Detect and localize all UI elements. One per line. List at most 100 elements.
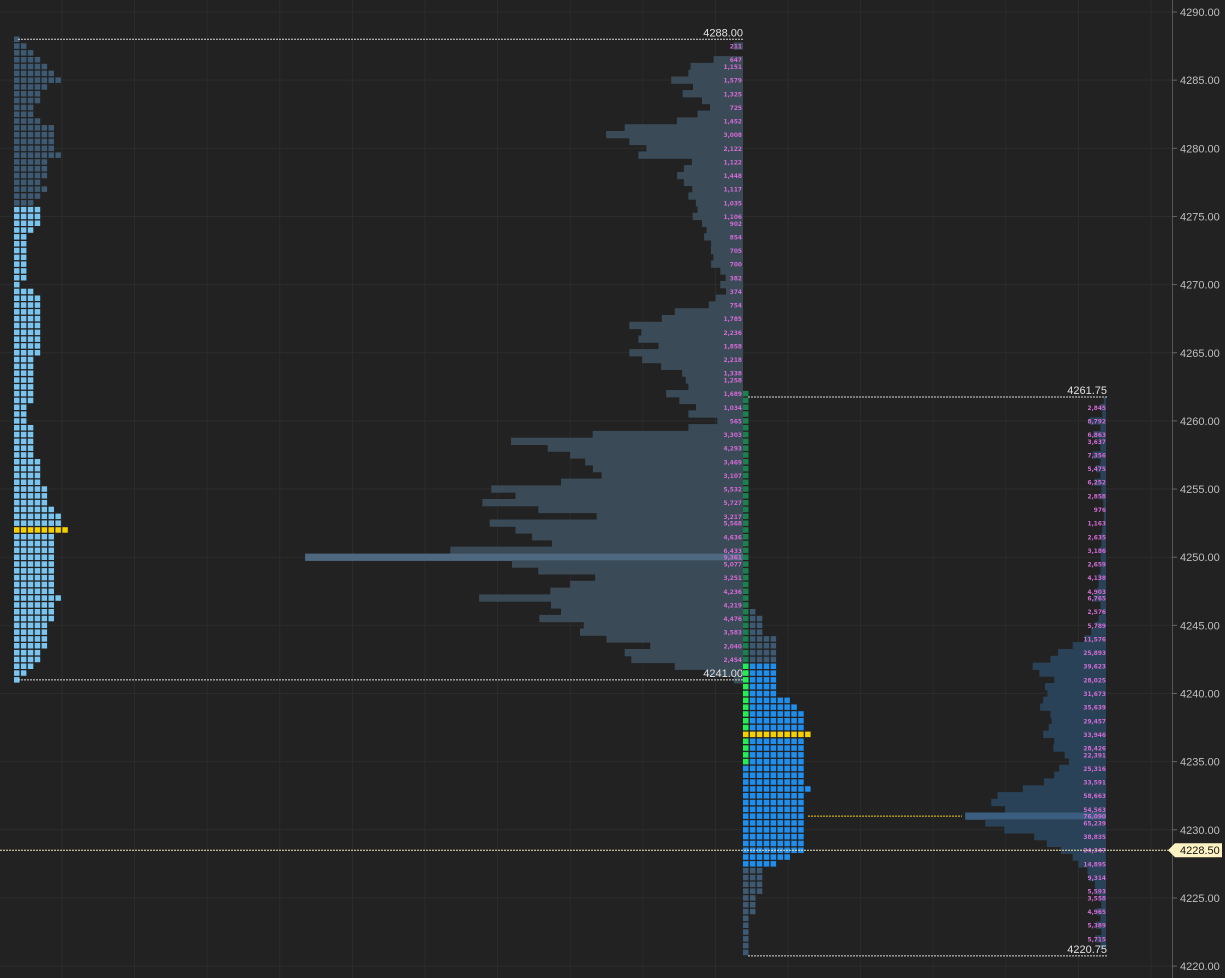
tpo-cell	[763, 636, 770, 642]
tpo-cell	[14, 520, 20, 526]
tpo-cell	[14, 84, 20, 90]
tpo-cell	[27, 295, 34, 301]
tpo-cell	[34, 534, 41, 540]
tpo-cell	[14, 104, 20, 111]
tpo-cell	[749, 649, 756, 656]
tpo-cell	[791, 820, 797, 826]
tpo-cell	[34, 329, 41, 336]
tpo-cell	[20, 445, 27, 451]
volume-label: 3,469	[724, 458, 743, 466]
tpo-cell	[743, 506, 749, 513]
tpo-cell	[743, 425, 749, 431]
volume-bar	[561, 608, 743, 616]
tpo-cell	[777, 840, 783, 847]
volume-label: 705	[730, 247, 742, 255]
tpo-cell	[27, 465, 34, 472]
tpo-cell	[756, 861, 763, 867]
tpo-cell	[763, 786, 770, 792]
tpo-cell	[20, 247, 27, 254]
tpo-cell	[763, 718, 770, 724]
volume-label: 1,325	[724, 90, 743, 98]
tpo-cell	[20, 329, 27, 336]
tpo-cell	[756, 683, 763, 690]
tpo-cell	[34, 602, 41, 608]
volume-label: 4,138	[1088, 574, 1107, 582]
tpo-cell	[743, 738, 749, 744]
tpo-cell	[798, 718, 804, 724]
tpo-cell	[27, 527, 34, 533]
tpo-cell	[34, 459, 41, 465]
tpo-cell	[770, 643, 777, 649]
tpo-cell	[743, 636, 749, 642]
tpo-cell	[20, 465, 27, 472]
tpo-cell	[20, 615, 27, 622]
market-profile-chart[interactable]: 4288.004241.004261.754220.75 2116471,151…	[0, 0, 1225, 978]
tpo-cell	[770, 827, 777, 833]
tpo-cell	[34, 568, 41, 574]
tpo-cell	[798, 765, 804, 772]
tpo-cell	[20, 111, 27, 117]
tpo-cell	[743, 534, 749, 540]
tpo-cell	[756, 670, 763, 676]
tpo-cell	[743, 949, 749, 956]
tpo-cell	[770, 745, 777, 751]
tpo-cell	[34, 486, 41, 492]
tpo-cell	[14, 356, 20, 363]
tpo-cell	[20, 513, 27, 520]
tpo-cell	[34, 206, 41, 213]
volume-label: 382	[730, 274, 742, 282]
tpo-cell	[14, 431, 20, 438]
volume-label: 3,583	[724, 629, 743, 637]
tpo-cell	[34, 315, 41, 322]
volume-label: 6,252	[1088, 479, 1107, 487]
tpo-cell	[763, 704, 770, 710]
tpo-cell	[20, 193, 27, 199]
tpo-cell	[743, 779, 749, 785]
tpo-cell	[34, 131, 41, 138]
price-axis[interactable]: 4290.00 4285.00 4280.00 4275.00 4270.00 4265.…	[1172, 0, 1220, 978]
tpo-cell	[62, 527, 68, 533]
tpo-cell	[41, 574, 48, 581]
volume-bar	[580, 628, 743, 636]
tpo-cell	[27, 363, 34, 370]
tpo-cell	[27, 350, 34, 356]
tpo-cell	[743, 629, 749, 635]
tpo-cell	[791, 738, 797, 744]
volume-label: 2,040	[724, 642, 743, 650]
tpo-cell	[749, 861, 756, 867]
tpo-cell	[20, 636, 27, 642]
volume-label: 725	[730, 104, 742, 112]
tpo-cell	[41, 534, 48, 540]
tpo-cell	[14, 131, 20, 138]
tpo-cell	[770, 861, 777, 867]
tpo-cell	[34, 322, 41, 329]
tpo-cell	[27, 227, 34, 233]
tpo-cell	[34, 527, 41, 533]
axis-tick-label: 4235.00	[1180, 757, 1220, 769]
volume-label: 2,635	[1088, 533, 1107, 541]
tpo-cell	[763, 840, 770, 847]
tpo-cell	[743, 697, 749, 704]
tpo-cell	[27, 200, 34, 206]
tpo-cell	[743, 813, 749, 819]
tpo-cell	[749, 752, 756, 758]
tpo-cell	[34, 70, 41, 77]
tpo-cell	[763, 690, 770, 697]
volume-label: 1,035	[724, 199, 743, 207]
tpo-cell	[20, 159, 27, 165]
tpo-cell	[756, 867, 763, 874]
tpo-cell	[14, 629, 20, 635]
tpo-cell	[48, 554, 54, 560]
tpo-cell	[14, 159, 20, 165]
tpo-cell	[20, 288, 27, 295]
tpo-cell	[777, 738, 783, 744]
tpo-cell	[743, 861, 749, 867]
tpo-cell	[27, 118, 34, 124]
tpo-cell	[763, 670, 770, 676]
tpo-cell	[41, 131, 48, 138]
tpo-cell	[14, 506, 20, 513]
tpo-cell	[14, 125, 20, 131]
volume-label: 9,314	[1088, 874, 1107, 882]
tpo-cell	[743, 677, 749, 683]
tpo-cell	[20, 670, 27, 676]
